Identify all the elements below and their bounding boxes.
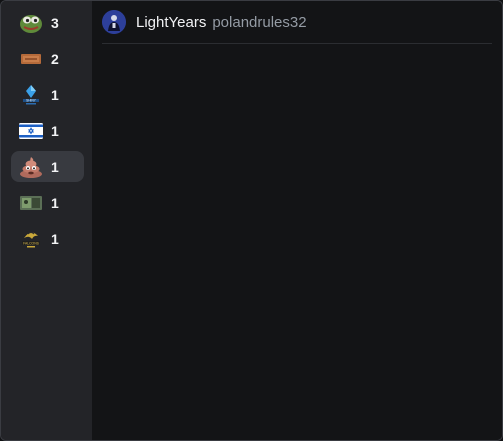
pepe-frog-icon: [19, 11, 43, 35]
reactor-row[interactable]: LightYears polandrules32: [102, 1, 492, 44]
crystal-logo-text: SHINY: [26, 98, 37, 102]
user-username: polandrules32: [212, 13, 307, 31]
reaction-sidebar: 3 2 SHINY 1 1 1 1 FALCONS 1: [1, 1, 92, 440]
reaction-item-green-screen[interactable]: 1: [11, 187, 84, 218]
reaction-item-falcons[interactable]: FALCONS 1: [11, 223, 84, 254]
blue-crystal-logo-icon: SHINY: [19, 83, 43, 107]
reaction-count: 1: [51, 230, 59, 247]
reaction-item-crystal[interactable]: SHINY 1: [11, 79, 84, 110]
reaction-count: 1: [51, 194, 59, 211]
reaction-item-israel-flag[interactable]: 1: [11, 115, 84, 146]
falcons-logo-icon: FALCONS: [19, 227, 43, 251]
reactions-modal: 3 2 SHINY 1 1 1 1 FALCONS 1 LightYears p…: [0, 0, 503, 441]
reaction-item-pepe[interactable]: 3: [11, 7, 84, 38]
pile-of-poo-icon: [19, 155, 43, 179]
reaction-count: 2: [51, 50, 59, 67]
reaction-count: 1: [51, 122, 59, 139]
user-avatar-icon[interactable]: [102, 10, 126, 34]
reactors-list: LightYears polandrules32: [92, 1, 502, 440]
reaction-item-poo[interactable]: 1: [11, 151, 84, 182]
reaction-count: 3: [51, 14, 59, 31]
reaction-count: 1: [51, 86, 59, 103]
wooden-sign-icon: [19, 47, 43, 71]
green-screen-icon: [19, 191, 43, 215]
reaction-count: 1: [51, 158, 59, 175]
falcons-logo-text: FALCONS: [23, 241, 40, 245]
reaction-item-sign[interactable]: 2: [11, 43, 84, 74]
israel-flag-icon: [19, 119, 43, 143]
user-display-name[interactable]: LightYears: [136, 14, 206, 31]
